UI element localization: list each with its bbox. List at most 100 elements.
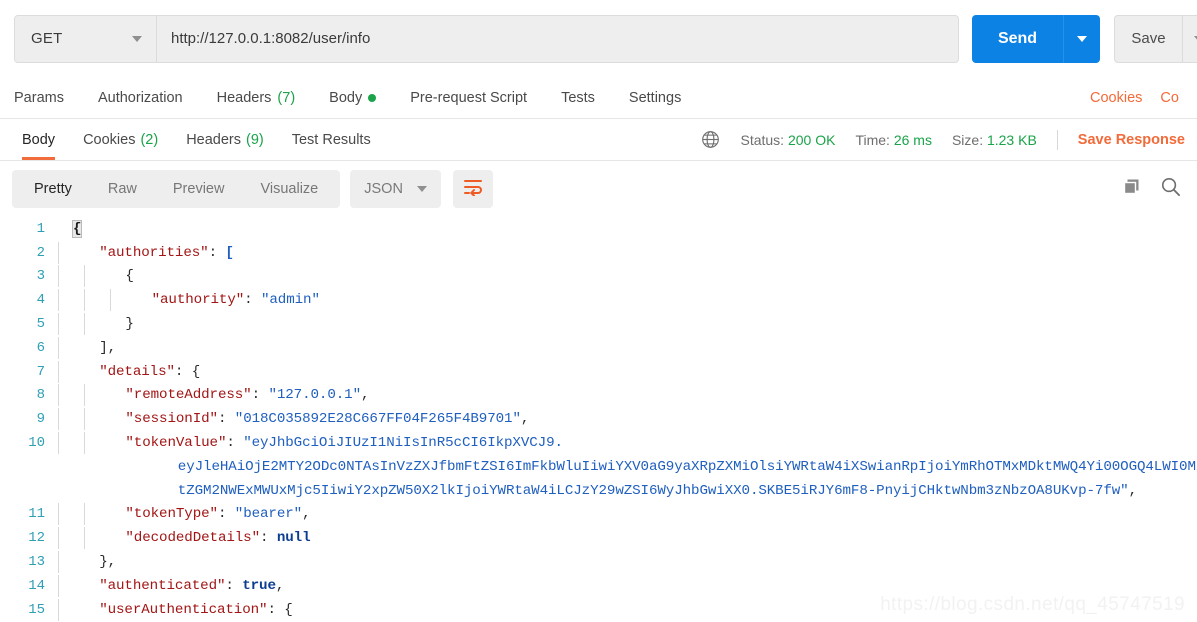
response-scrollbar[interactable] [1193, 217, 1197, 622]
size-label: Size: [951, 131, 984, 148]
code-token: { [125, 268, 134, 285]
tab-pre-request-script[interactable]: Pre-request Script [410, 90, 527, 106]
code-token: : [251, 387, 269, 404]
tab-label: Authorization [97, 89, 183, 106]
code-token: , [275, 577, 285, 594]
tab-label: Headers [186, 131, 241, 148]
code-token: "details" [99, 363, 175, 380]
indent-guide [58, 408, 59, 431]
code-content: "remoteAddress": "127.0.0.1", [125, 387, 369, 403]
tab-settings[interactable]: Settings [629, 90, 681, 106]
line-number: 6 [36, 339, 45, 356]
code-text: ], [58, 336, 1197, 359]
code-content: { [71, 219, 83, 238]
code-line: 11 "tokenType": "bearer", [0, 503, 1197, 527]
tab-label: Settings [628, 89, 682, 106]
indent-guide [110, 289, 112, 312]
indent-guide [58, 265, 59, 288]
send-button[interactable]: Send [972, 14, 1063, 63]
request-url-bar: GET http://127.0.0.1:8082/user/info Send… [0, 0, 1197, 77]
code-content: "authenticated": true, [99, 578, 284, 594]
code-token: "remoteAddress" [125, 387, 252, 404]
code-text: tZGM2NWExMWUxMjc5IiwiY2xpZW50X2lkIjoiYWR… [58, 483, 1197, 499]
divider [1056, 129, 1058, 150]
indent-guide [58, 503, 59, 526]
indent-guide [84, 527, 86, 550]
url-text: http://127.0.0.1:8082/user/info [171, 30, 371, 47]
code-token: "eyJhbGciOiJIUzI1NiIsInR5cCI6IkpXVCJ9. [243, 435, 563, 452]
code-content: "details": { [99, 364, 200, 380]
code-line: 1{ [0, 217, 1197, 241]
tab-body[interactable]: Body [329, 90, 377, 106]
code-line: tZGM2NWExMWUxMjc5IiwiY2xpZW50X2lkIjoiYWR… [0, 479, 1197, 503]
line-number: 14 [28, 577, 45, 594]
tab-params[interactable]: Params [14, 90, 64, 106]
tab-label: Tests [561, 89, 595, 106]
code-token: "127.0.0.1" [268, 387, 361, 404]
tab-authorization[interactable]: Authorization [98, 90, 183, 106]
code-content: eyJleHAiOjE2MTY2ODc0NTAsInVzZXJfbmFtZSI6… [178, 459, 1197, 475]
code-text: "tokenValue": "eyJhbGciOiJIUzI1NiIsInR5c… [58, 432, 1197, 455]
word-wrap-button[interactable] [452, 170, 493, 208]
save-button[interactable]: Save [1114, 14, 1182, 63]
tab-count: (2) [140, 131, 159, 148]
line-number: 10 [28, 435, 45, 452]
code-text: "authorities": [ [58, 241, 1197, 264]
line-number: 3 [36, 268, 45, 285]
content-type-select[interactable]: JSON [350, 170, 441, 208]
copy-button[interactable] [1122, 177, 1142, 202]
time-value: 26 ms [893, 131, 932, 148]
code-content: "decodedDetails": null [125, 530, 310, 546]
code-token: : [208, 244, 226, 261]
send-options-button[interactable] [1063, 14, 1100, 63]
code-line: 4 "authority": "admin" [0, 288, 1197, 312]
code-token: , [520, 411, 530, 428]
view-mode-pretty[interactable]: Pretty [16, 174, 90, 204]
indent-guide [58, 313, 59, 336]
code-content: "tokenValue": "eyJhbGciOiJIUzI1NiIsInR5c… [125, 435, 563, 451]
line-number: 5 [36, 316, 45, 333]
response-tab-cookies[interactable]: Cookies (2) [83, 119, 158, 160]
save-options-button[interactable] [1182, 14, 1197, 63]
view-mode-visualize[interactable]: Visualize [242, 174, 336, 204]
tab-headers[interactable]: Headers (7) [217, 90, 296, 106]
code-content: { [125, 268, 134, 285]
indent-guide [58, 551, 59, 574]
method-url-group: GET http://127.0.0.1:8082/user/info [14, 14, 959, 63]
view-mode-preview[interactable]: Preview [155, 174, 243, 204]
response-format-toolbar: Pretty Raw Preview Visualize JSON [0, 161, 1197, 217]
code-line: 13}, [0, 550, 1197, 574]
view-mode-group: Pretty Raw Preview Visualize [12, 170, 341, 208]
response-tab-body[interactable]: Body [22, 119, 56, 160]
http-method-select[interactable]: GET [15, 15, 157, 62]
code-token: "018C035892E28C667FF04F265F4B9701" [234, 411, 521, 428]
url-input[interactable]: http://127.0.0.1:8082/user/info [157, 15, 958, 62]
code-token: : { [174, 363, 201, 380]
code-content: } [125, 316, 134, 332]
indent-guide [58, 336, 59, 359]
view-mode-raw[interactable]: Raw [90, 174, 155, 204]
code-text: "sessionId": "018C035892E28C667FF04F265F… [58, 408, 1197, 431]
code-line: 3{ [0, 265, 1197, 289]
size-value: 1.23 KB [986, 131, 1037, 148]
tab-tests[interactable]: Tests [561, 90, 595, 106]
code-token: "userAuthentication" [99, 601, 268, 618]
code-token: "decodedDetails" [125, 530, 261, 547]
request-tab-bar-actions: Cookies Co [1090, 90, 1197, 106]
tab-count: (9) [246, 131, 264, 148]
response-body-code[interactable]: 1{2 "authorities": [3{4 "authority": "admi… [0, 217, 1197, 622]
code-line: 6], [0, 336, 1197, 360]
code-link[interactable]: Co [1160, 90, 1179, 106]
save-response-button[interactable]: Save Response [1078, 132, 1185, 148]
cookies-link[interactable]: Cookies [1090, 90, 1142, 106]
indent-guide [58, 241, 59, 264]
code-token: "bearer" [234, 506, 303, 523]
code-token: true [242, 577, 276, 594]
response-tab-headers[interactable]: Headers (9) [186, 119, 264, 160]
code-token: }, [99, 554, 117, 571]
line-number: 12 [28, 530, 45, 547]
response-tab-test-results[interactable]: Test Results [292, 119, 371, 160]
search-button[interactable] [1160, 176, 1181, 202]
http-method-label: GET [31, 30, 63, 47]
body-present-dot-icon [368, 93, 377, 102]
